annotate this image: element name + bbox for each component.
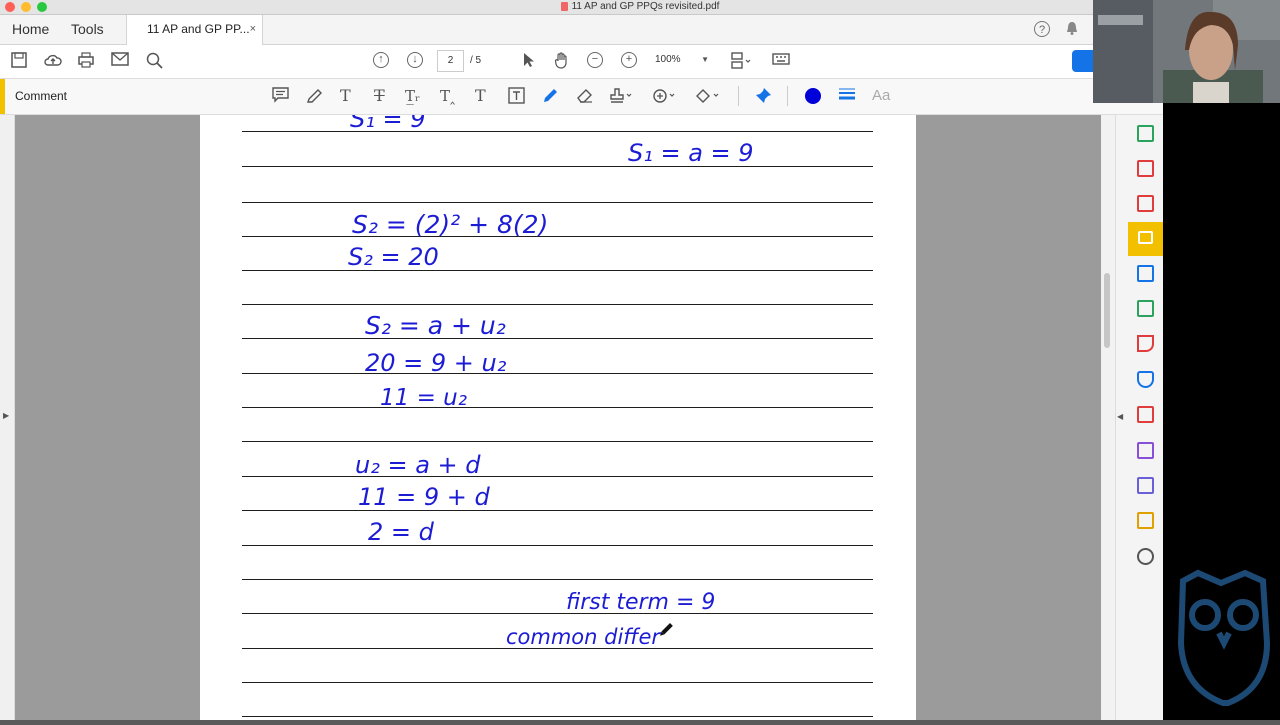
tab-document-label: 11 AP and GP PP... [147, 22, 250, 36]
pen-cursor-icon [660, 623, 673, 636]
toolbar-divider [787, 86, 788, 106]
send-for-signature-icon[interactable] [1137, 477, 1154, 494]
webcam-overlay [1093, 0, 1280, 103]
handwriting-s2-value: S₂ = 20 [348, 243, 439, 271]
select-icon[interactable] [523, 52, 535, 72]
hand-icon[interactable] [554, 52, 570, 74]
zoom-in-button[interactable]: + [621, 52, 637, 68]
eraser-icon[interactable] [576, 87, 594, 109]
replace-text-icon[interactable]: T̲ᵣ [405, 87, 420, 105]
attach-icon[interactable] [652, 87, 676, 109]
window-title-text: 11 AP and GP PPQs revisited.pdf [571, 1, 720, 12]
window-title: 11 AP and GP PPQs revisited.pdf [0, 0, 1280, 14]
pdf-page: S₁ = 9 S₁ = a = 9 S₂ = (2)² + 8(2) S₂ = … [200, 115, 916, 720]
compare-files-icon[interactable] [1137, 300, 1154, 317]
pin-icon[interactable] [755, 87, 772, 109]
bell-icon[interactable] [1066, 21, 1078, 35]
comment-bubble-icon [1138, 231, 1153, 244]
tab-home[interactable]: Home [12, 15, 49, 44]
add-text-icon[interactable]: T [475, 87, 486, 105]
page-number-input[interactable]: 2 [437, 50, 464, 72]
save-icon[interactable] [11, 52, 27, 72]
document-viewer[interactable]: S₁ = 9 S₁ = a = 9 S₂ = (2)² + 8(2) S₂ = … [15, 115, 1101, 720]
organize-pages-icon[interactable] [1137, 195, 1154, 212]
create-pdf-icon[interactable] [1137, 160, 1154, 177]
zoom-level-value: 100% [655, 54, 681, 65]
text-icon[interactable]: T [340, 87, 351, 105]
tab-tools[interactable]: Tools [71, 15, 104, 44]
scrollbar-thumb[interactable] [1104, 273, 1110, 348]
handwriting-equation-6: 2 = d [368, 518, 435, 546]
right-tools-panel: ◀ [1115, 115, 1164, 720]
color-picker-button[interactable] [805, 88, 821, 104]
handwriting-equation-4: u₂ = a + d [355, 451, 481, 479]
comment-accent-bar [0, 79, 5, 114]
collapse-right-panel-icon[interactable]: ◀ [1117, 412, 1123, 421]
pdf-file-icon [560, 1, 568, 11]
next-page-button[interactable]: ↓ [407, 52, 423, 68]
comment-toolbar: Comment T T T̲ᵣ T‸ T Aa [0, 79, 1280, 115]
tab-bar: Home Tools 11 AP and GP PP... × ? [0, 15, 1280, 45]
keyboard-icon[interactable] [772, 52, 790, 70]
handwriting-equation-5: 11 = 9 + d [358, 483, 491, 511]
presenter-overlay [1163, 103, 1280, 720]
handwritten-annotations: S₁ = 9 S₁ = a = 9 S₂ = (2)² + 8(2) S₂ = … [348, 115, 754, 649]
email-icon[interactable] [111, 52, 129, 70]
export-pdf-icon[interactable] [1137, 125, 1154, 142]
pen-icon[interactable] [542, 87, 559, 109]
combine-files-icon[interactable] [1137, 265, 1154, 282]
handwriting-s2-substitution: S₂ = (2)² + 8(2) [352, 210, 548, 239]
scan-ocr-icon[interactable] [1137, 512, 1154, 529]
strikethrough-icon[interactable]: T [374, 87, 385, 105]
previous-page-button[interactable]: ↑ [373, 52, 389, 68]
shapes-icon[interactable] [695, 87, 721, 109]
page-display-icon[interactable] [730, 52, 752, 74]
text-box-icon[interactable] [508, 87, 525, 109]
presenter-video [1093, 0, 1280, 103]
zoom-level-select[interactable]: 100% ▼ [655, 50, 713, 70]
request-signature-icon[interactable] [1137, 442, 1154, 459]
main-toolbar: ↑ ↓ 2 / 5 − + 100% ▼ [0, 45, 1280, 79]
highlighter-icon[interactable] [306, 87, 323, 109]
handwriting-s1-right: S₁ = a = 9 [628, 139, 754, 167]
window-titlebar: 11 AP and GP PPQs revisited.pdf [0, 0, 1280, 15]
handwriting-first-term: first term = 9 [566, 590, 715, 615]
handwriting-common-difference: common differ [506, 625, 661, 649]
handwriting-equation-3: 11 = u₂ [380, 385, 467, 411]
help-icon[interactable]: ? [1034, 21, 1050, 37]
comment-label: Comment [15, 89, 68, 103]
sticky-note-icon[interactable] [272, 87, 289, 108]
insert-text-icon[interactable]: T‸ [440, 87, 455, 105]
close-tab-icon[interactable]: × [250, 15, 256, 44]
print-icon[interactable] [78, 52, 94, 72]
text-properties-button[interactable]: Aa [872, 87, 890, 104]
comment-tool-icon[interactable] [1128, 222, 1164, 256]
edit-pdf-icon[interactable] [1137, 406, 1154, 423]
chevron-down-icon: ▼ [701, 55, 709, 64]
handwriting-s1-top: S₁ = 9 [350, 115, 426, 133]
handwriting-equation-1: S₂ = a + u₂ [365, 311, 506, 340]
handwriting-equation-2: 20 = 9 + u₂ [365, 349, 507, 377]
zoom-out-button[interactable]: − [587, 52, 603, 68]
line-style-icon[interactable] [838, 87, 856, 108]
toolbar-divider [738, 86, 739, 106]
vertical-scrollbar[interactable] [1101, 115, 1115, 720]
more-tools-icon[interactable] [1137, 548, 1154, 565]
expand-left-panel-icon[interactable]: ▶ [3, 411, 9, 420]
owl-logo [1177, 569, 1271, 706]
stamp-icon[interactable] [609, 87, 633, 109]
tab-document[interactable]: 11 AP and GP PP... × [126, 15, 263, 45]
upload-icon[interactable] [44, 52, 62, 72]
page-total: / 5 [470, 55, 482, 66]
fill-sign-icon[interactable] [1137, 335, 1154, 352]
search-icon[interactable] [146, 52, 164, 74]
protect-icon[interactable] [1137, 371, 1154, 388]
left-panel-strip[interactable]: ▶ [0, 115, 15, 720]
